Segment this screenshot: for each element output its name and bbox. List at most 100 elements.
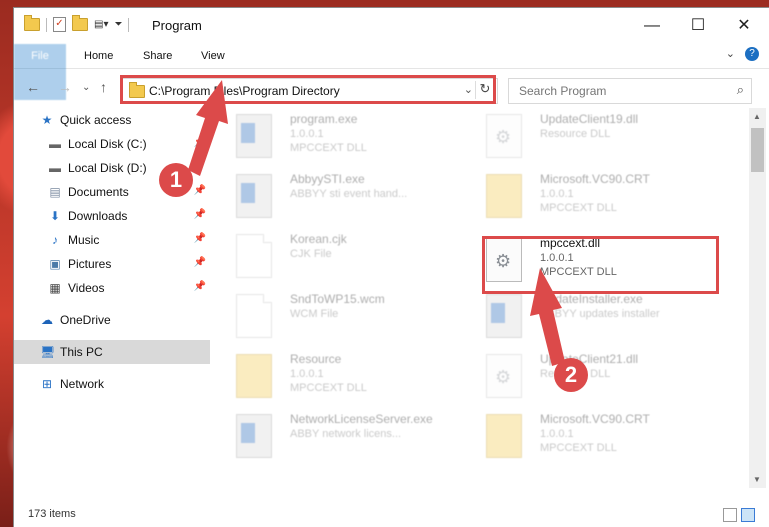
folder-icon — [236, 354, 272, 398]
file-detail: MPCCEXT DLL — [540, 202, 617, 214]
chevron-down-icon[interactable]: ⌄ — [464, 83, 473, 96]
pin-icon[interactable]: 📌 — [194, 281, 206, 292]
folder-icon — [24, 15, 40, 31]
file-item[interactable]: ⚙ UpdateClient19.dll Resource DLL — [462, 108, 702, 164]
close-button[interactable]: ✕ — [721, 8, 767, 44]
up-arrow-icon[interactable]: ↑ — [100, 79, 107, 95]
tab-share[interactable]: Share — [131, 44, 184, 68]
sidebar-item-label: Documents — [68, 185, 129, 199]
file-detail: MPCCEXT DLL — [290, 142, 367, 154]
file-item[interactable]: Resource 1.0.0.1 MPCCEXT DLL — [212, 348, 452, 404]
file-item[interactable]: Microsoft.VC90.CRT 1.0.0.1 MPCCEXT DLL — [462, 408, 702, 464]
gear-icon: ⚙ — [495, 367, 512, 387]
tiles-view-icon[interactable] — [741, 508, 755, 522]
sidebar-item-music[interactable]: ♪ Music 📌 — [14, 228, 210, 252]
address-bar[interactable]: C:\Program Files\Program Directory ⌄ ↻ — [122, 78, 498, 104]
exe-icon — [236, 174, 272, 218]
sidebar-item-onedrive[interactable]: ☁ OneDrive — [14, 308, 210, 332]
folder-icon — [486, 414, 522, 458]
drive-icon: ▬ — [49, 137, 61, 151]
vertical-scrollbar[interactable]: ▲ ▼ — [749, 108, 766, 488]
properties-icon[interactable]: ✓ — [53, 17, 66, 32]
separator — [128, 17, 130, 32]
search-input[interactable] — [517, 79, 721, 103]
sidebar-item-label: OneDrive — [60, 313, 111, 327]
sidebar-item-label: Pictures — [68, 257, 112, 271]
file-name: UpdateInstaller.exe — [540, 292, 643, 306]
file-detail: Resource DLL — [540, 128, 611, 140]
search-icon[interactable]: ⌕ — [737, 82, 744, 98]
pin-icon[interactable]: 📌 — [194, 185, 206, 196]
folder-icon — [129, 82, 145, 98]
program-exe-icon — [236, 114, 272, 158]
file-detail: ABBYY sti event hand... — [290, 188, 408, 200]
file-item[interactable]: SndToWP15.wcm WCM File — [212, 288, 452, 344]
scroll-down-icon[interactable]: ▼ — [753, 475, 761, 484]
minimize-button[interactable]: — — [629, 8, 675, 44]
tab-view[interactable]: View — [189, 44, 237, 68]
search-box[interactable]: ⌕ — [508, 78, 752, 104]
file-detail: ABBY network licens... — [290, 428, 402, 440]
pin-icon[interactable]: 📌 — [194, 233, 206, 244]
file-name: Resource — [290, 352, 342, 366]
customize-toolbar-icon[interactable]: ⏷ — [114, 19, 122, 30]
sidebar-item-downloads[interactable]: ⬇ Downloads 📌 — [14, 204, 210, 228]
expand-ribbon-icon[interactable]: ⌄ — [726, 47, 735, 60]
sidebar-item-pictures[interactable]: ▣ Pictures 📌 — [14, 252, 210, 276]
gear-icon: ⚙ — [495, 127, 512, 147]
forward-arrow-icon[interactable]: → — [58, 79, 72, 95]
file-list: program.exe 1.0.0.1 MPCCEXT DLL ⚙ Update… — [212, 108, 746, 488]
cloud-icon: ☁ — [41, 313, 53, 327]
tab-home[interactable]: Home — [72, 44, 125, 68]
sidebar-item-quick-access[interactable]: ★ Quick access — [14, 108, 210, 132]
folder-icon — [486, 174, 522, 218]
maximize-button[interactable]: ☐ — [675, 8, 721, 44]
sidebar-item-videos[interactable]: ▦ Videos 📌 — [14, 276, 210, 300]
computer-icon: 🖥 — [40, 345, 56, 359]
callout-badge-1: 1 — [159, 163, 193, 197]
file-item[interactable]: program.exe 1.0.0.1 MPCCEXT DLL — [212, 108, 452, 164]
sidebar-item-label: Local Disk (D:) — [68, 161, 147, 175]
recent-locations-icon[interactable]: ⌄ — [82, 82, 90, 93]
sidebar-item-local-disk-c[interactable]: ▬ Local Disk (C:) 📌 — [14, 132, 210, 156]
music-icon: ♪ — [52, 233, 58, 247]
pin-icon[interactable]: 📌 — [194, 137, 206, 148]
file-name: program.exe — [290, 112, 358, 126]
file-detail: 1.0.0.1 — [290, 128, 324, 140]
pictures-icon: ▣ — [49, 257, 61, 271]
file-name: SndToWP15.wcm — [290, 292, 385, 306]
file-item[interactable]: UpdateInstaller.exe ABBYY updates instal… — [462, 288, 702, 344]
scroll-up-icon[interactable]: ▲ — [753, 112, 761, 121]
file-name: UpdateClient21.dll — [540, 352, 639, 366]
file-name: Microsoft.VC90.CRT — [540, 412, 650, 426]
sidebar-item-label: Downloads — [68, 209, 128, 223]
file-name: Microsoft.VC90.CRT — [540, 172, 650, 186]
pin-icon[interactable]: 📌 — [194, 209, 206, 220]
details-view-icon[interactable] — [723, 508, 737, 522]
refresh-icon[interactable]: ↻ — [475, 81, 494, 99]
dll-icon: ⚙ — [486, 354, 522, 398]
documents-icon: ▤ — [49, 185, 61, 199]
title-bar: ✓ ▤▾ ⏷ Program — ☐ ✕ — [14, 8, 769, 44]
address-path[interactable]: C:\Program Files\Program Directory — [149, 84, 340, 98]
help-icon[interactable]: ? — [745, 47, 759, 61]
file-item[interactable]: Microsoft.VC90.CRT 1.0.0.1 MPCCEXT DLL — [462, 168, 702, 224]
file-item[interactable]: Korean.cjk CJK File — [212, 228, 452, 284]
new-folder-icon[interactable] — [72, 15, 88, 31]
rename-icon[interactable]: ▤▾ — [94, 19, 108, 30]
file-detail: MPCCEXT DLL — [290, 382, 367, 394]
quick-access-toolbar: ✓ ▤▾ ⏷ — [24, 15, 130, 32]
file-detail: WCM File — [290, 308, 339, 320]
sidebar-item-label: Quick access — [60, 113, 132, 127]
sidebar-item-this-pc[interactable]: 🖥 This PC — [14, 340, 210, 364]
sidebar-item-network[interactable]: ⊞ Network — [14, 372, 210, 396]
back-arrow-icon[interactable]: ← — [26, 79, 40, 95]
pin-icon[interactable]: 📌 — [194, 257, 206, 268]
file-item[interactable]: NetworkLicenseServer.exe ABBY network li… — [212, 408, 452, 464]
scrollbar-thumb[interactable] — [751, 128, 764, 172]
file-item[interactable]: AbbyySTI.exe ABBYY sti event hand... — [212, 168, 452, 224]
dll-icon: ⚙ — [486, 114, 522, 158]
navigation-bar: ← → ⌄ ↑ C:\Program Files\Program Directo… — [14, 69, 769, 109]
separator — [46, 17, 47, 32]
file-name: UpdateClient19.dll — [540, 112, 639, 126]
